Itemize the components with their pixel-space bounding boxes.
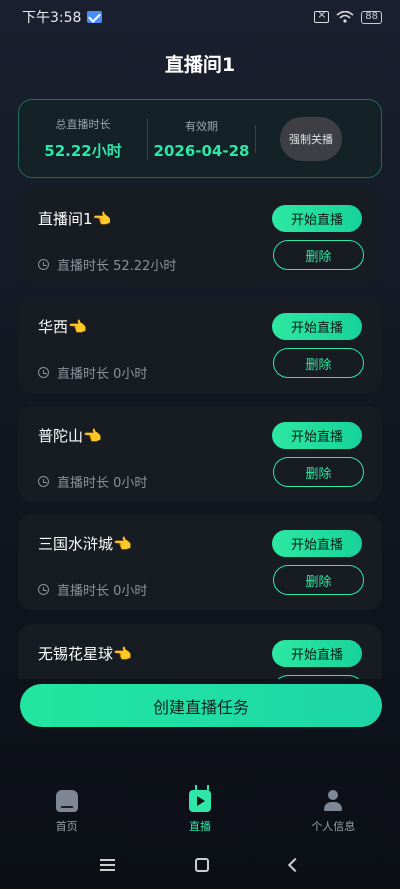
bottom-tab-bar: 首页 直播 个人信息 bbox=[0, 790, 400, 840]
room-duration-text: 直播时长 0小时 bbox=[57, 476, 148, 491]
summary-card: 总直播时长 52.22小时 有效期 2026-04-28 强制关播 bbox=[18, 99, 382, 178]
start-live-button[interactable]: 开始直播 bbox=[272, 422, 362, 449]
clock-icon bbox=[38, 476, 49, 487]
start-live-button[interactable]: 开始直播 bbox=[272, 205, 362, 232]
home-icon bbox=[55, 790, 78, 812]
status-right: 88 bbox=[314, 8, 382, 24]
page-title: 直播间1 bbox=[164, 54, 236, 76]
mail-notification-icon bbox=[87, 11, 103, 23]
summary-divider bbox=[255, 124, 256, 153]
room-card: 三国水浒城👈 直播时长 0小时 开始直播 删除 bbox=[18, 514, 382, 610]
room-duration-text: 直播时长 52.22小时 bbox=[57, 259, 177, 274]
validity-label: 有效期 bbox=[185, 119, 218, 133]
battery-indicator: 88 bbox=[361, 10, 382, 24]
status-bar: 下午3:58 88 bbox=[0, 0, 400, 34]
room-duration-text: 直播时长 0小时 bbox=[57, 367, 148, 382]
create-live-task-button[interactable]: 创建直播任务 bbox=[20, 684, 382, 727]
tab-home-label: 首页 bbox=[55, 820, 78, 833]
room-duration: 直播时长 0小时 bbox=[38, 580, 147, 599]
start-live-button[interactable]: 开始直播 bbox=[272, 640, 362, 667]
room-name: 三国水浒城👈 bbox=[38, 535, 132, 553]
home-square-icon[interactable] bbox=[195, 858, 210, 872]
clock-icon bbox=[38, 259, 49, 270]
wifi-icon bbox=[336, 11, 354, 23]
back-icon[interactable] bbox=[287, 857, 302, 873]
room-name: 无锡花星球👈 bbox=[38, 645, 132, 663]
validity-value: 2026-04-28 bbox=[153, 141, 250, 160]
room-card: 无锡花星球👈 开始直播 删除 bbox=[18, 624, 382, 679]
tab-live[interactable]: 直播 bbox=[133, 790, 266, 840]
room-duration: 直播时长 0小时 bbox=[38, 472, 147, 491]
start-live-button[interactable]: 开始直播 bbox=[272, 313, 362, 340]
delete-button[interactable]: 删除 bbox=[273, 457, 364, 487]
room-name: 华西👈 bbox=[38, 318, 87, 336]
room-name: 直播间1👈 bbox=[38, 210, 112, 228]
room-duration: 直播时长 0小时 bbox=[38, 363, 147, 382]
system-nav-bar bbox=[0, 845, 400, 885]
force-close-button[interactable]: 强制关播 bbox=[280, 116, 342, 161]
clock-icon bbox=[38, 584, 49, 595]
total-duration-section: 总直播时长 52.22小时 bbox=[19, 116, 147, 161]
room-card: 普陀山👈 直播时长 0小时 开始直播 删除 bbox=[18, 406, 382, 502]
total-duration-label: 总直播时长 bbox=[55, 118, 111, 131]
menu-icon[interactable] bbox=[100, 859, 116, 871]
start-live-button[interactable]: 开始直播 bbox=[272, 530, 362, 557]
tab-live-label: 直播 bbox=[188, 820, 211, 833]
room-duration-text: 直播时长 0小时 bbox=[57, 584, 148, 599]
room-list[interactable]: 直播间1👈 直播时长 52.22小时 开始直播 删除 华西👈 直播时长 0小时 … bbox=[18, 189, 382, 679]
tab-home[interactable]: 首页 bbox=[0, 790, 133, 840]
delete-button[interactable]: 删除 bbox=[273, 675, 364, 679]
delete-button[interactable]: 删除 bbox=[273, 348, 364, 378]
live-tv-icon bbox=[188, 790, 211, 812]
room-card: 直播间1👈 直播时长 52.22小时 开始直播 删除 bbox=[18, 189, 382, 285]
tab-profile-label: 个人信息 bbox=[311, 820, 356, 833]
validity-section: 有效期 2026-04-28 bbox=[147, 117, 255, 160]
status-left: 下午3:58 bbox=[22, 7, 103, 27]
room-duration: 直播时长 52.22小时 bbox=[38, 255, 176, 274]
status-time: 下午3:58 bbox=[22, 10, 82, 26]
delete-button[interactable]: 删除 bbox=[273, 565, 364, 595]
total-duration-value: 52.22小时 bbox=[44, 142, 122, 160]
delete-button[interactable]: 删除 bbox=[273, 240, 364, 270]
room-card: 华西👈 直播时长 0小时 开始直播 删除 bbox=[18, 297, 382, 393]
no-sim-icon bbox=[314, 8, 330, 23]
room-name: 普陀山👈 bbox=[38, 427, 102, 445]
clock-icon bbox=[38, 367, 49, 378]
person-icon bbox=[322, 790, 344, 812]
tab-profile[interactable]: 个人信息 bbox=[267, 790, 400, 840]
